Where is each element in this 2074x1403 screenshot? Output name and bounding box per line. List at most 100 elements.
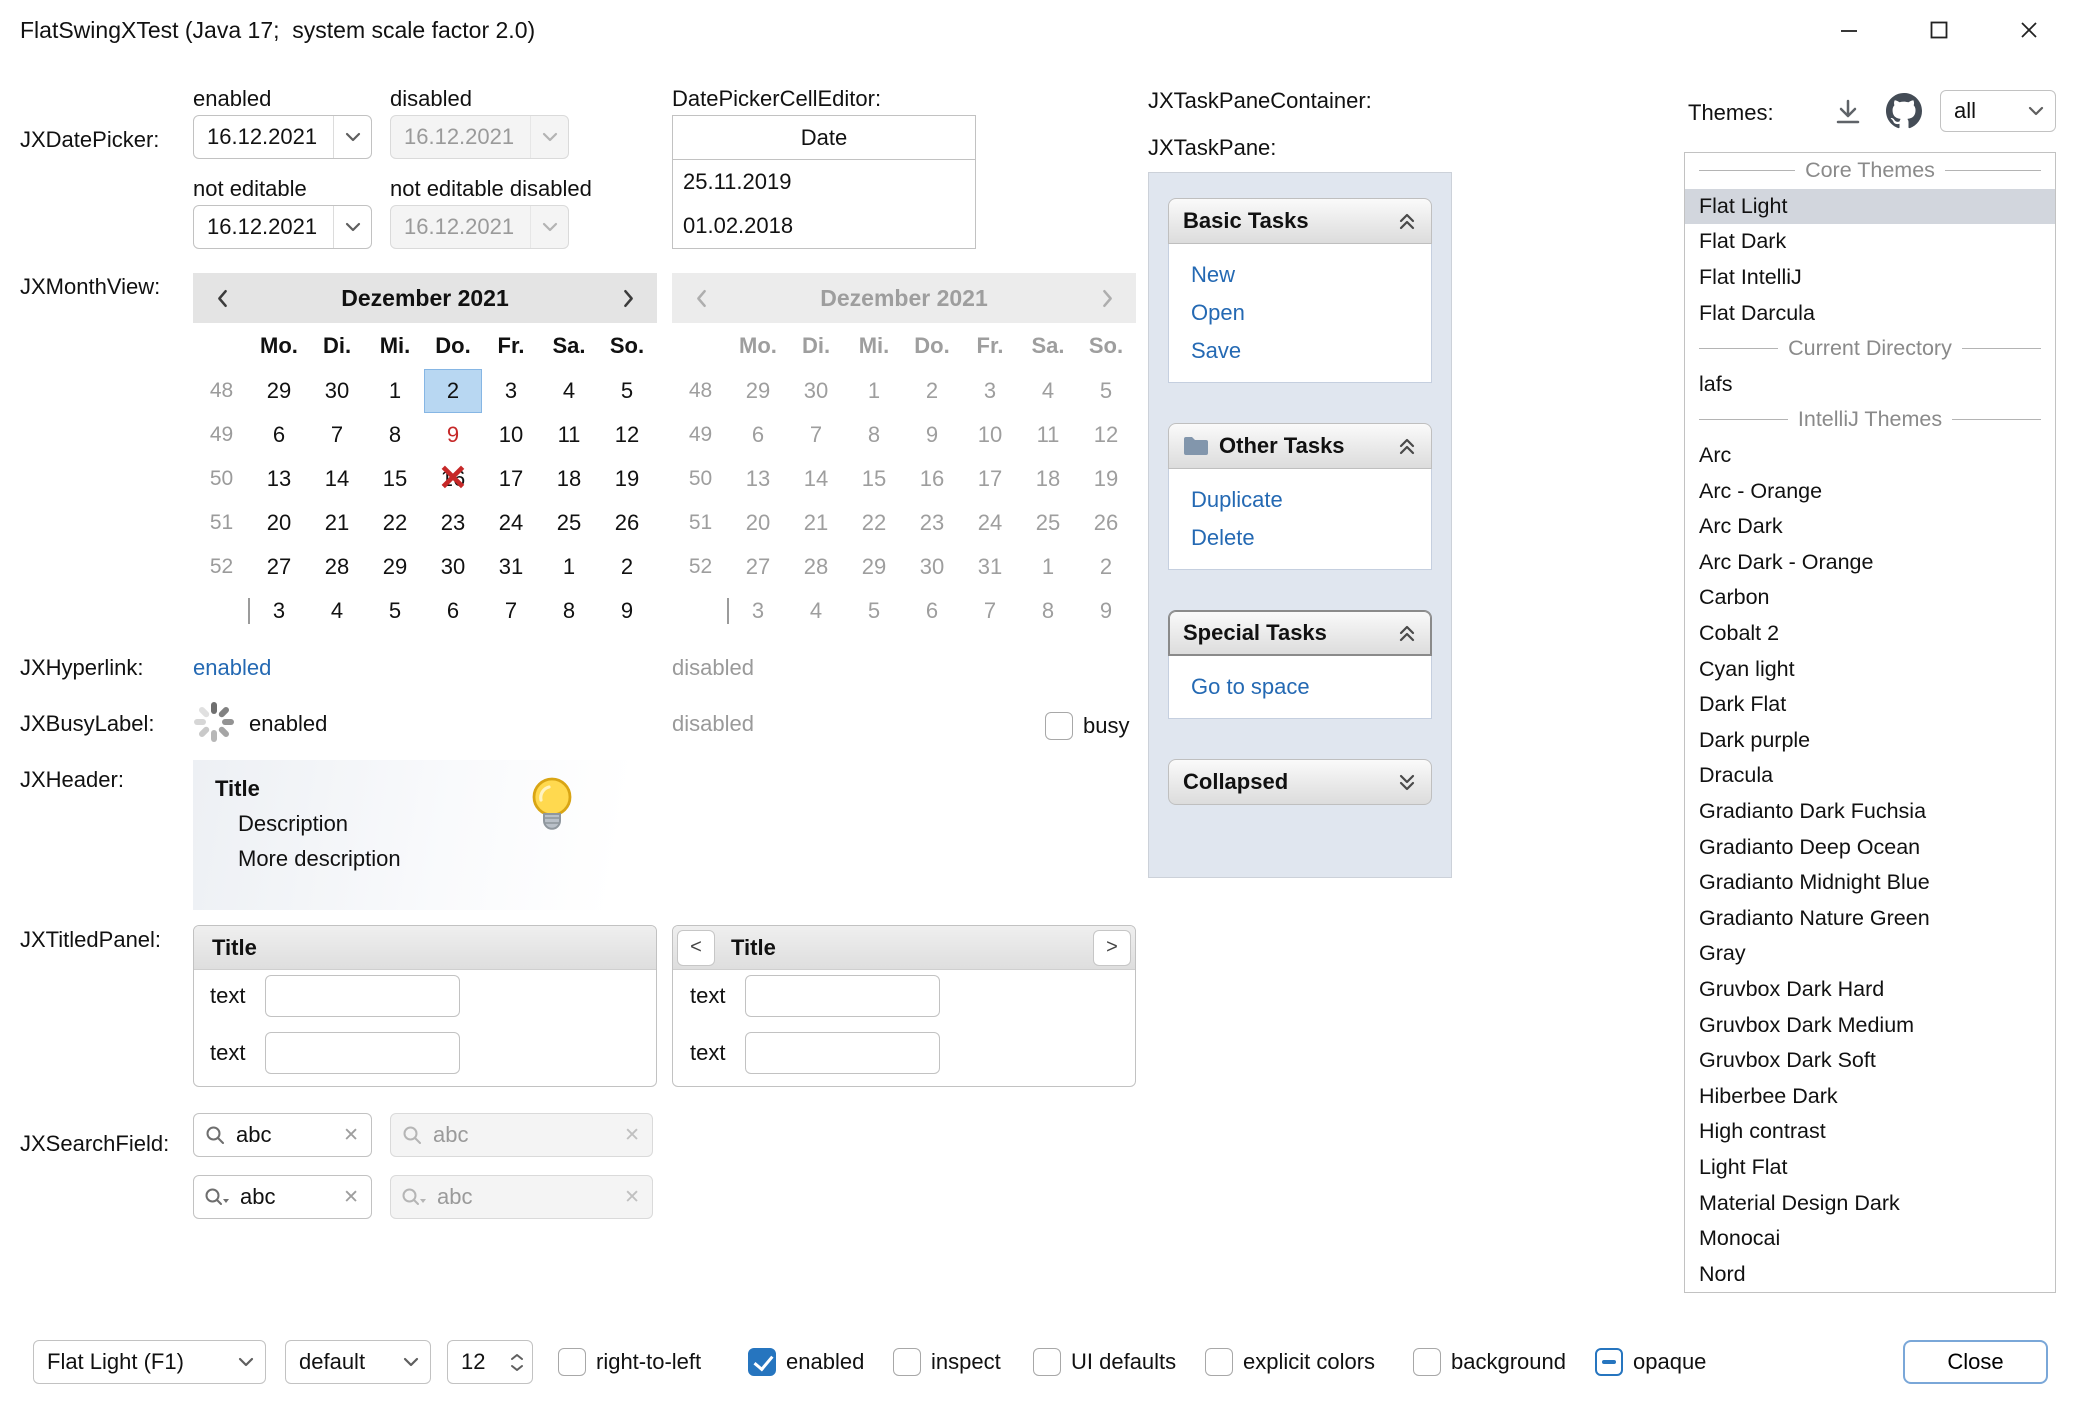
theme-item-carbon[interactable]: Carbon: [1685, 580, 2055, 616]
datepicker-value[interactable]: 16.12.2021: [194, 124, 333, 150]
calendar-day[interactable]: 29: [250, 369, 308, 413]
font-size-spinner[interactable]: 12: [447, 1340, 533, 1384]
calendar-day[interactable]: 6: [424, 589, 482, 633]
theme-item-dark-flat[interactable]: Dark Flat: [1685, 687, 2055, 723]
calendar-day[interactable]: 14: [308, 457, 366, 501]
chevron-down-icon[interactable]: [333, 116, 371, 158]
datepicker-not-editable[interactable]: 16.12.2021: [193, 205, 372, 249]
calendar-day[interactable]: 16✕: [424, 457, 482, 501]
calendar-day[interactable]: 1: [366, 369, 424, 413]
checkbox-explicit-colors[interactable]: [1205, 1348, 1233, 1376]
checkbox-background[interactable]: [1413, 1348, 1441, 1376]
monthview-enabled[interactable]: Dezember 2021Mo.Di.Mi.Do.Fr.Sa.So.482930…: [193, 273, 657, 633]
taskpane-header-basic-tasks[interactable]: Basic Tasks: [1168, 198, 1432, 244]
theme-item-cyan-light[interactable]: Cyan light: [1685, 651, 2055, 687]
close-button[interactable]: Close: [1903, 1340, 2048, 1384]
theme-item-gruvbox-dark-medium[interactable]: Gruvbox Dark Medium: [1685, 1007, 2055, 1043]
calendar-day[interactable]: 13: [250, 457, 308, 501]
calendar-day[interactable]: 5: [366, 589, 424, 633]
text-input[interactable]: [265, 975, 460, 1017]
calendar-day[interactable]: 9: [598, 589, 656, 633]
calendar-day[interactable]: 23: [424, 501, 482, 545]
next-month-button[interactable]: [599, 273, 657, 323]
calendar-day[interactable]: 31: [482, 545, 540, 589]
taskpane-action-delete[interactable]: Delete: [1169, 519, 1431, 557]
taskpane-header-other-tasks[interactable]: Other Tasks: [1168, 423, 1432, 469]
calendar-day[interactable]: 29: [366, 545, 424, 589]
clear-icon[interactable]: ✕: [343, 1186, 359, 1209]
calendar-day[interactable]: 20: [250, 501, 308, 545]
theme-item-nord[interactable]: Nord: [1685, 1256, 2055, 1292]
calendar-day[interactable]: 11: [540, 413, 598, 457]
calendar-day[interactable]: 1: [540, 545, 598, 589]
checkbox-label-background[interactable]: background: [1451, 1349, 1566, 1375]
text-input[interactable]: [265, 1032, 460, 1074]
theme-item-gruvbox-dark-soft[interactable]: Gruvbox Dark Soft: [1685, 1043, 2055, 1079]
taskpane-action-save[interactable]: Save: [1169, 332, 1431, 370]
theme-item-gradianto-deep-ocean[interactable]: Gradianto Deep Ocean: [1685, 829, 2055, 865]
theme-item-material-design-dark[interactable]: Material Design Dark: [1685, 1185, 2055, 1221]
calendar-day[interactable]: 27: [250, 545, 308, 589]
theme-item-dark-purple[interactable]: Dark purple: [1685, 723, 2055, 759]
theme-item-arc-orange[interactable]: Arc - Orange: [1685, 473, 2055, 509]
calendar-day[interactable]: 8: [540, 589, 598, 633]
text-input[interactable]: [745, 975, 940, 1017]
calendar-day[interactable]: 19: [598, 457, 656, 501]
taskpane-action-duplicate[interactable]: Duplicate: [1169, 481, 1431, 519]
checkbox-busy[interactable]: [1045, 712, 1073, 740]
chevron-up-icon[interactable]: [510, 1353, 524, 1361]
calendar-day[interactable]: 26: [598, 501, 656, 545]
calendar-day[interactable]: 3: [250, 589, 308, 633]
font-combo[interactable]: default: [285, 1340, 431, 1384]
calendar-day[interactable]: 24: [482, 501, 540, 545]
checkbox-label-ui-defaults[interactable]: UI defaults: [1071, 1349, 1176, 1375]
hyperlink-enabled[interactable]: enabled: [193, 655, 271, 681]
calendar-day[interactable]: 6: [250, 413, 308, 457]
calendar-day[interactable]: 15: [366, 457, 424, 501]
laf-combo[interactable]: Flat Light (F1): [33, 1340, 266, 1384]
checkbox-enabled[interactable]: [748, 1348, 776, 1376]
calendar-day[interactable]: 8: [366, 413, 424, 457]
calendar-day[interactable]: 21: [308, 501, 366, 545]
calendar-day[interactable]: 12: [598, 413, 656, 457]
theme-item-arc[interactable]: Arc: [1685, 438, 2055, 474]
calendar-day[interactable]: 3: [482, 369, 540, 413]
busy-checkbox-label[interactable]: busy: [1083, 713, 1129, 739]
github-icon[interactable]: [1886, 93, 1922, 135]
theme-item-flat-intellij[interactable]: Flat IntelliJ: [1685, 260, 2055, 296]
search-value[interactable]: abc: [240, 1184, 343, 1210]
checkbox-label-explicit-colors[interactable]: explicit colors: [1243, 1349, 1375, 1375]
calendar-day[interactable]: 30: [308, 369, 366, 413]
searchfield-enabled[interactable]: abc ✕: [193, 1113, 372, 1157]
taskpane-action-new[interactable]: New: [1169, 256, 1431, 294]
calendar-day[interactable]: 7: [308, 413, 366, 457]
clear-icon[interactable]: ✕: [343, 1124, 359, 1147]
checkbox-right-to-left[interactable]: [558, 1348, 586, 1376]
maximize-button[interactable]: [1894, 0, 1984, 60]
theme-item-gray[interactable]: Gray: [1685, 936, 2055, 972]
download-icon[interactable]: [1832, 96, 1864, 134]
search-menu-icon[interactable]: [204, 1186, 230, 1208]
calendar-day[interactable]: 10: [482, 413, 540, 457]
taskpane-action-open[interactable]: Open: [1169, 294, 1431, 332]
calendar-day[interactable]: 30: [424, 545, 482, 589]
calendar-day[interactable]: 5: [598, 369, 656, 413]
table-row[interactable]: 25.11.2019: [673, 160, 975, 204]
taskpane-action-go-to-space[interactable]: Go to space: [1169, 668, 1431, 706]
theme-item-lafs[interactable]: lafs: [1685, 367, 2055, 403]
checkbox-label-right-to-left[interactable]: right-to-left: [596, 1349, 701, 1375]
chevron-down-icon[interactable]: [333, 206, 371, 248]
theme-item-gradianto-dark-fuchsia[interactable]: Gradianto Dark Fuchsia: [1685, 794, 2055, 830]
theme-item-high-contrast[interactable]: High contrast: [1685, 1114, 2055, 1150]
theme-item-light-flat[interactable]: Light Flat: [1685, 1150, 2055, 1186]
theme-item-dracula[interactable]: Dracula: [1685, 758, 2055, 794]
datepicker-enabled[interactable]: 16.12.2021: [193, 115, 372, 159]
theme-item-gruvbox-dark-hard[interactable]: Gruvbox Dark Hard: [1685, 972, 2055, 1008]
left-arrow-button[interactable]: <: [677, 930, 715, 966]
theme-item-monocai[interactable]: Monocai: [1685, 1221, 2055, 1257]
theme-item-arc-dark-orange[interactable]: Arc Dark - Orange: [1685, 545, 2055, 581]
theme-item-flat-light[interactable]: Flat Light: [1685, 189, 2055, 225]
close-window-button[interactable]: [1984, 0, 2074, 60]
theme-item-gradianto-midnight-blue[interactable]: Gradianto Midnight Blue: [1685, 865, 2055, 901]
checkbox-ui-defaults[interactable]: [1033, 1348, 1061, 1376]
